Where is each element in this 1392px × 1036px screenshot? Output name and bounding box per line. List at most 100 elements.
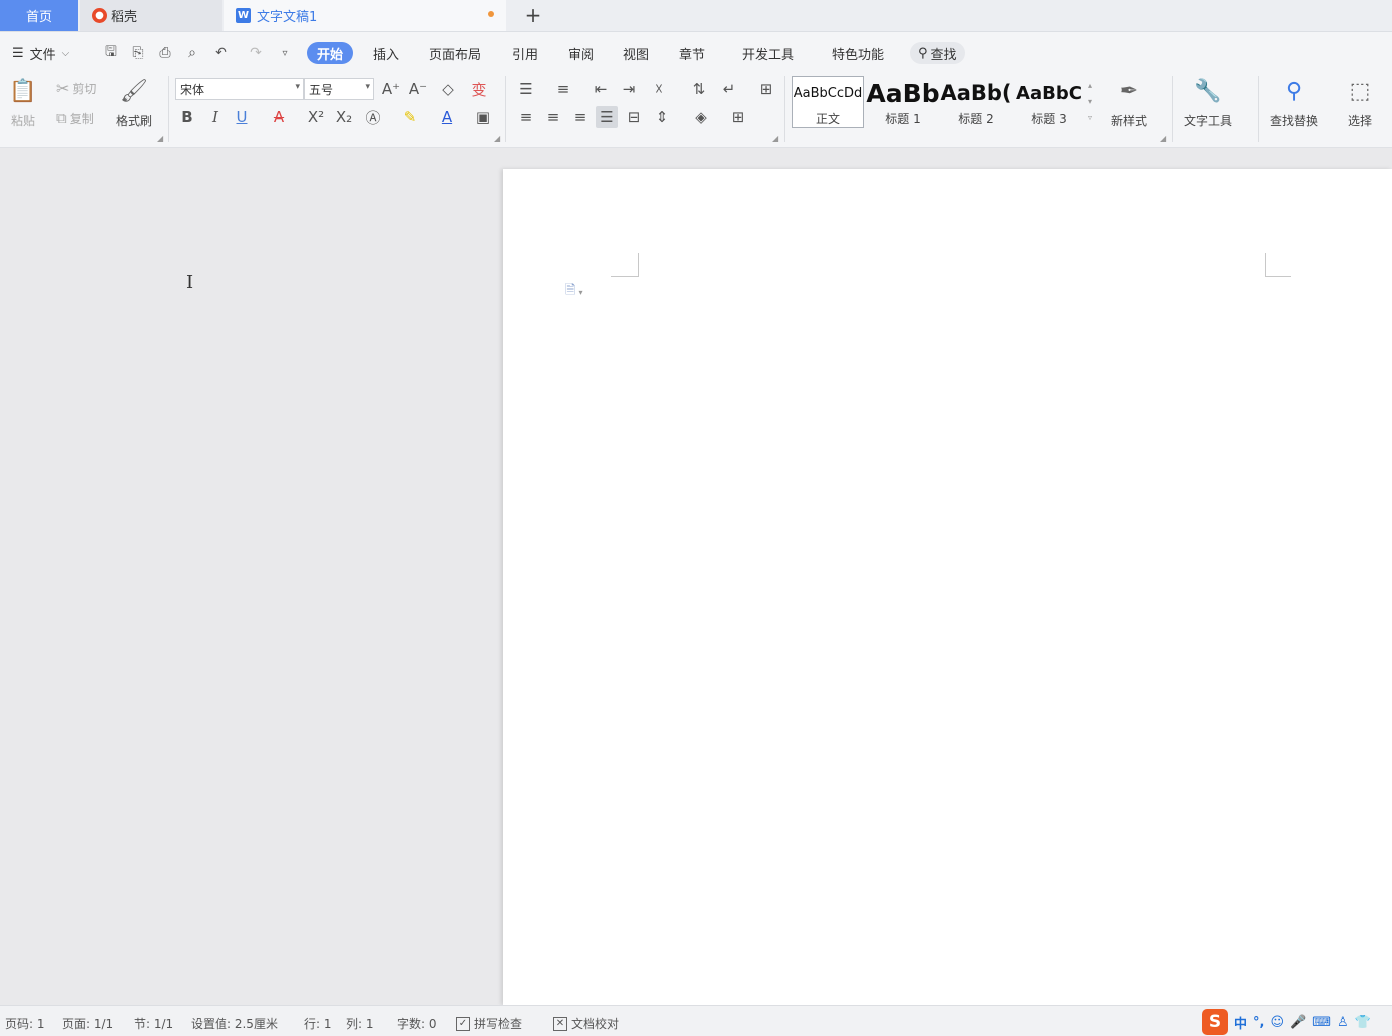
divider <box>168 76 169 142</box>
align-right-icon[interactable]: ≡ <box>569 106 591 128</box>
tab-references[interactable]: 引用 <box>512 42 538 64</box>
export-icon[interactable]: ⎘ <box>129 44 147 62</box>
style-heading-2[interactable]: AaBb( 标题 2 <box>940 76 1012 128</box>
emoji-icon[interactable]: ☺ <box>1270 1015 1284 1030</box>
styles-launcher-icon[interactable]: ◢ <box>1160 134 1166 143</box>
file-menu-label: 文件 <box>29 47 56 63</box>
document-page[interactable]: 🗎 ▾ <box>503 169 1392 1005</box>
bullet-list-icon[interactable]: ☰ <box>515 78 537 100</box>
status-row: 行: 1 <box>304 1017 332 1031</box>
cut-button[interactable]: ✂ 剪切 <box>56 78 96 98</box>
line-spacing-icon[interactable]: ⇕ <box>651 106 673 128</box>
font-size-select[interactable]: 五号 ▾ <box>304 78 374 100</box>
grow-font-icon[interactable]: A⁺ <box>380 78 402 100</box>
tab-review[interactable]: 审阅 <box>568 42 594 64</box>
style-heading-2-preview: AaBb( <box>940 81 1012 105</box>
tab-daoke[interactable]: ● 稻壳 <box>80 0 222 31</box>
tab-page-layout[interactable]: 页面布局 <box>429 42 481 64</box>
keyboard-icon[interactable]: ⌨ <box>1312 1015 1331 1030</box>
status-column: 列: 1 <box>346 1017 374 1031</box>
paragraph-launcher-icon[interactable]: ◢ <box>772 134 778 143</box>
italic-icon[interactable]: I <box>204 106 226 128</box>
font-name-select[interactable]: 宋体 ▾ <box>175 78 304 100</box>
tab-stops-icon[interactable]: ⊞ <box>755 78 777 100</box>
distributed-align-icon[interactable]: ⊟ <box>623 106 645 128</box>
status-page-count[interactable]: 页面: 1/1 <box>62 1015 113 1032</box>
strikethrough-icon[interactable]: A <box>268 106 290 128</box>
status-page-number[interactable]: 页码: 1 <box>5 1015 45 1032</box>
shrink-font-icon[interactable]: A⁻ <box>407 78 429 100</box>
tab-developer[interactable]: 开发工具 <box>742 42 794 64</box>
tab-insert[interactable]: 插入 <box>373 42 399 64</box>
font-color-icon[interactable]: A <box>436 106 458 128</box>
style-scroll-icon[interactable]: ▴ ▾ ▿ <box>1088 78 1092 126</box>
bold-icon[interactable]: B <box>176 106 198 128</box>
show-marks-icon[interactable]: ↵ <box>718 78 740 100</box>
character-border-icon[interactable]: ▣ <box>472 106 494 128</box>
paragraph-layout-icon[interactable]: 🗎 ▾ <box>565 281 582 303</box>
new-tab-button[interactable]: + <box>520 2 546 28</box>
paste-button[interactable]: 📋 粘贴 <box>8 76 38 129</box>
save-icon[interactable]: 🖫 <box>102 44 120 62</box>
numbered-list-icon[interactable]: ≡ <box>552 78 574 100</box>
align-left-icon[interactable]: ≡ <box>515 106 537 128</box>
find-replace-button[interactable]: ⚲ 查找替换 <box>1270 76 1318 129</box>
user-icon[interactable]: ♙ <box>1337 1015 1349 1030</box>
tab-home[interactable]: 首页 <box>0 0 78 31</box>
status-setting-value[interactable]: 设置值: 2.5厘米 <box>191 1015 278 1032</box>
tab-document[interactable]: W 文字文稿1 <box>224 0 506 31</box>
spell-check-button[interactable]: ✓ 拼写检查 <box>456 1015 522 1032</box>
style-normal[interactable]: AaBbCcDd 正文 <box>792 76 864 128</box>
select-button[interactable]: ⬚ 选择 <box>1345 76 1375 129</box>
superscript-icon[interactable]: X² <box>305 106 327 128</box>
checkbox-icon: ✓ <box>456 1016 470 1031</box>
borders-icon[interactable]: ⊞ <box>727 106 749 128</box>
new-style-button[interactable]: ✒ 新样式 <box>1111 76 1147 129</box>
clear-format-icon[interactable]: ◇ <box>437 78 459 100</box>
chinese-layout-icon[interactable]: ☓ <box>648 78 670 100</box>
undo-icon[interactable]: ↶ <box>212 44 230 62</box>
print-icon[interactable]: ⎙ <box>156 44 174 62</box>
subscript-icon[interactable]: X₂ <box>333 106 355 128</box>
decrease-indent-icon[interactable]: ⇤ <box>590 78 612 100</box>
style-heading-1[interactable]: AaBb 标题 1 <box>866 76 939 128</box>
chevron-down-icon: ⌵ <box>61 47 70 59</box>
font-launcher-icon[interactable]: ◢ <box>494 134 500 143</box>
align-center-icon[interactable]: ≡ <box>542 106 564 128</box>
skin-shirt-icon[interactable]: 👕 <box>1355 1015 1371 1030</box>
align-justify-icon[interactable]: ☰ <box>596 106 618 128</box>
microphone-icon[interactable]: 🎤 <box>1290 1015 1306 1030</box>
text-effect-icon[interactable]: Ⓐ <box>362 106 384 128</box>
print-preview-icon[interactable]: ⌕ <box>183 44 201 62</box>
format-painter-button[interactable]: 🖌 格式刷 <box>116 76 152 129</box>
style-heading-3-preview: AaBbC <box>1016 82 1082 104</box>
ime-language-toggle[interactable]: 中 <box>1234 1013 1247 1032</box>
phonetic-guide-icon[interactable]: 变 <box>468 78 490 100</box>
unsaved-dot-icon <box>488 11 494 17</box>
sogou-logo-icon[interactable]: S <box>1202 1009 1228 1035</box>
magnifier-icon: ⚲ <box>1285 78 1303 104</box>
search-label: 查找 <box>930 47 957 63</box>
underline-icon[interactable]: U <box>231 106 253 128</box>
tab-chapter[interactable]: 章节 <box>679 42 705 64</box>
increase-indent-icon[interactable]: ⇥ <box>618 78 640 100</box>
status-word-count[interactable]: 字数: 0 <box>397 1015 437 1032</box>
redo-icon[interactable]: ↷ <box>247 44 265 62</box>
tab-view[interactable]: 视图 <box>623 42 649 64</box>
tab-special-features[interactable]: 特色功能 <box>832 42 884 64</box>
text-tools-button[interactable]: 🔧 文字工具 <box>1184 76 1232 129</box>
document-proofread-button[interactable]: ✕ 文档校对 <box>553 1015 619 1032</box>
copy-button[interactable]: ⧉ 复制 <box>56 108 94 128</box>
tab-start[interactable]: 开始 <box>307 42 354 64</box>
highlight-icon[interactable]: ✎ <box>399 106 421 128</box>
punctuation-icon[interactable]: °, <box>1253 1015 1264 1030</box>
style-heading-3[interactable]: AaBbC 标题 3 <box>1013 76 1085 128</box>
status-section[interactable]: 节: 1/1 <box>134 1015 173 1032</box>
customize-quick-access-icon[interactable]: ▿ <box>276 44 294 62</box>
file-menu[interactable]: ☰ 文件 ⌵ <box>12 42 69 64</box>
document-workspace[interactable]: I 🗎 ▾ <box>0 148 1392 1005</box>
clipboard-launcher-icon[interactable]: ◢ <box>157 134 163 143</box>
shading-icon[interactable]: ◈ <box>690 106 712 128</box>
search-box[interactable]: ⚲ 查找 <box>910 42 965 64</box>
sort-icon[interactable]: ⇅ <box>688 78 710 100</box>
